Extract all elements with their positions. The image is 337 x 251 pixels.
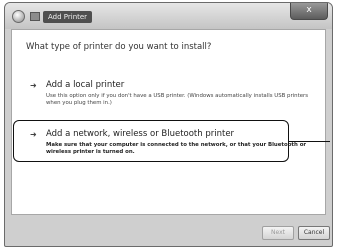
back-button[interactable] bbox=[12, 10, 25, 23]
page-question: What type of printer do you want to inst… bbox=[26, 42, 212, 52]
window-title: Add Printer bbox=[43, 11, 93, 23]
option-title: Add a local printer bbox=[46, 80, 125, 90]
option-description: Use this option only if you don't have a… bbox=[46, 93, 309, 106]
close-button[interactable]: x bbox=[290, 3, 328, 20]
cancel-button[interactable]: Cancel bbox=[298, 226, 330, 240]
highlight-callout-box bbox=[13, 120, 289, 162]
callout-leader-line bbox=[288, 141, 330, 142]
printer-icon bbox=[30, 12, 40, 21]
next-button[interactable]: Next bbox=[262, 226, 294, 240]
arrow-icon: ➜ bbox=[30, 81, 37, 90]
option-local-printer[interactable]: ➜ Add a local printer Use this option on… bbox=[26, 80, 316, 110]
title-bar: Add Printer x bbox=[5, 3, 332, 29]
